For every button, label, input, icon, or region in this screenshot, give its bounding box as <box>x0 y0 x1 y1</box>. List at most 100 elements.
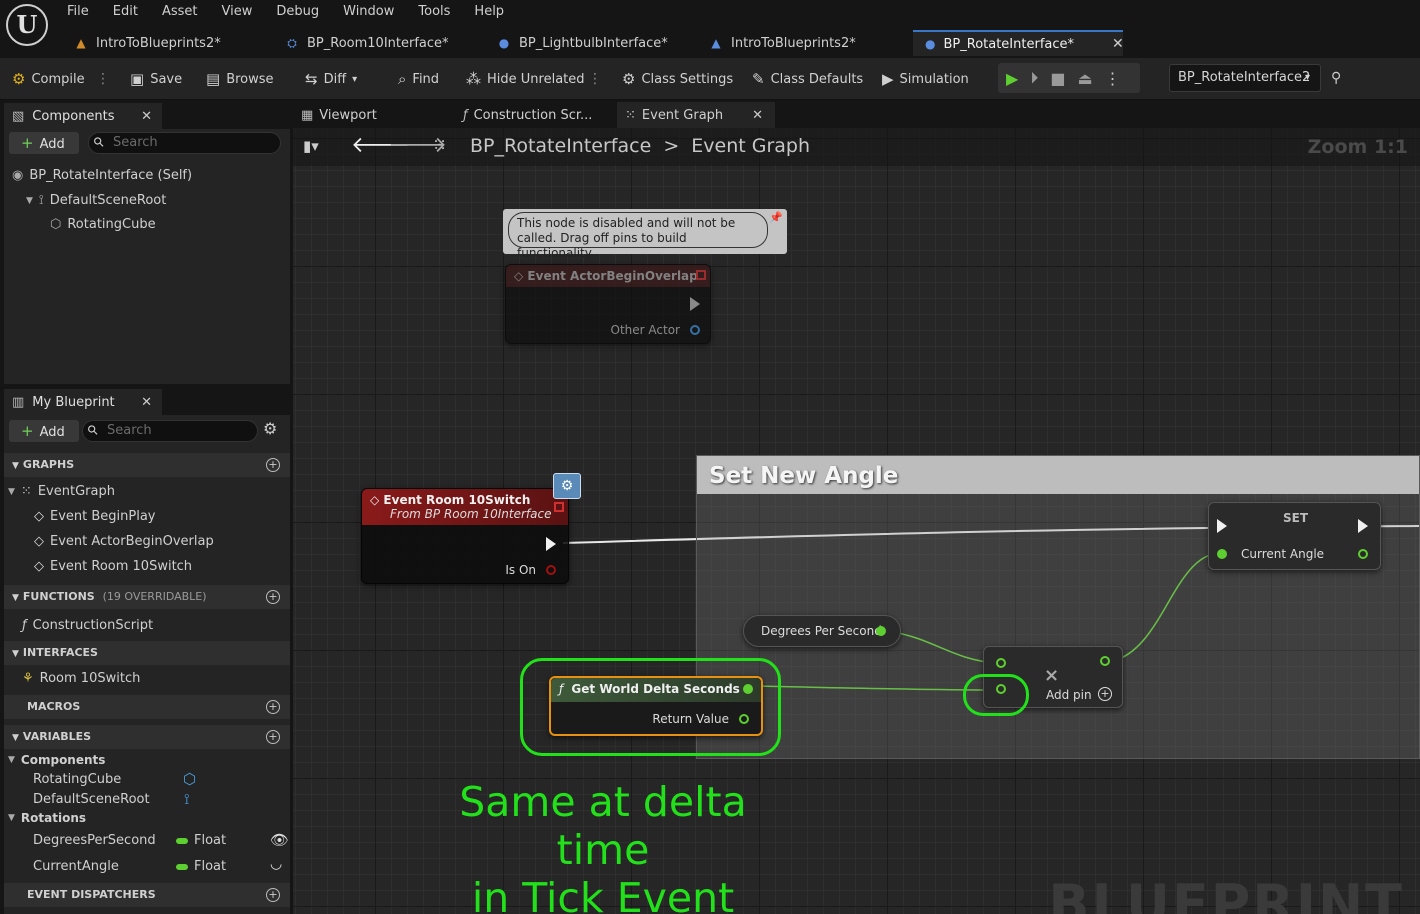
delegate-pin-icon[interactable] <box>554 502 564 512</box>
step-icon[interactable]: ⏵ <box>1030 68 1038 88</box>
event-graph-canvas[interactable]: ▮▾ 🡐 🡒 ⁙ BP_RotateInterface > Event Grap… <box>293 128 1420 914</box>
menu-asset[interactable]: Asset <box>162 4 198 19</box>
component-default-scene-root[interactable]: ▼ ⟟ DefaultSceneRoot <box>26 193 166 208</box>
graph-item-event-room-10switch[interactable]: ◇ Event Room 10Switch <box>34 559 192 574</box>
components-tab[interactable]: ▧ Components ✕ <box>4 103 162 129</box>
interface-item-room-10switch[interactable]: ⚘ Room 10Switch <box>22 671 140 686</box>
menu-edit[interactable]: Edit <box>113 4 138 19</box>
add-pin-button[interactable]: Add pin <box>1046 688 1092 702</box>
node-get-degrees-per-second[interactable]: Degrees Per Second <box>743 615 901 647</box>
diff-button[interactable]: ⇆ Diff ▾ <box>305 66 357 92</box>
variable-type-float[interactable]: Float <box>176 859 226 874</box>
menu-tools[interactable]: Tools <box>418 4 450 19</box>
add-dispatcher-icon[interactable]: + <box>266 888 280 902</box>
compile-button[interactable]: ⚙ Compile <box>12 66 85 92</box>
components-search-input[interactable]: Search <box>88 132 281 154</box>
float-out-pin-icon[interactable] <box>739 714 749 724</box>
variable-item-defaultsceneroot[interactable]: DefaultSceneRoot <box>33 792 150 807</box>
doc-tab-introtoblueprints2-b[interactable]: ▲ IntroToBlueprints2* <box>709 30 855 56</box>
unreal-logo-icon[interactable]: U <box>6 4 48 46</box>
debug-object-select[interactable]: BP_RotateInterface2 ▾ <box>1169 64 1321 92</box>
menu-view[interactable]: View <box>222 4 253 19</box>
hide-unrelated-button[interactable]: ⁂ Hide Unrelated <box>466 66 585 92</box>
tab-construction-script[interactable]: ƒ Construction Scr... <box>455 102 613 128</box>
float-out-pin-icon[interactable] <box>876 626 886 636</box>
exec-out-pin-icon[interactable] <box>546 537 556 551</box>
doc-tab-introtoblueprints2-a[interactable]: ▲ IntroToBlueprints2* <box>74 30 220 56</box>
variable-category-components[interactable]: ▼ Components <box>8 753 105 767</box>
component-self[interactable]: ◉ BP_RotateInterface (Self) <box>12 168 192 183</box>
settings-gear-icon[interactable]: ⚙ <box>263 419 277 438</box>
menu-file[interactable]: File <box>67 4 89 19</box>
object-pin-icon[interactable] <box>690 325 700 335</box>
add-graph-icon[interactable]: + <box>266 458 280 472</box>
comment-box-set-new-angle[interactable]: Set New Angle <box>696 455 1420 759</box>
delegate-pin-icon[interactable] <box>696 270 706 280</box>
components-add-button[interactable]: + Add <box>9 132 79 154</box>
node-event-actorbeginoverlap[interactable]: ◇ Event ActorBeginOverlap Other Actor <box>505 264 711 344</box>
close-icon[interactable]: ✕ <box>141 395 152 410</box>
component-rotating-cube[interactable]: ⬡ RotatingCube <box>50 217 156 232</box>
pin-icon[interactable]: 📌 <box>769 211 783 224</box>
float-in-pin-a-icon[interactable] <box>996 658 1006 668</box>
exec-in-pin-icon[interactable] <box>1217 519 1227 533</box>
macros-section-header[interactable]: MACROS + <box>4 695 290 719</box>
graph-item-event-actorbeginoverlap[interactable]: ◇ Event ActorBeginOverlap <box>34 534 214 549</box>
float-out-pin-icon[interactable] <box>1100 656 1110 666</box>
add-pin-plus-icon[interactable]: + <box>1098 687 1112 701</box>
node-get-world-delta-seconds[interactable]: ƒ Get World Delta Seconds Return Value <box>549 676 763 736</box>
my-blueprint-search-input[interactable]: Search <box>82 420 258 442</box>
node-event-room-10switch[interactable]: ◇ Event Room 10Switch From BP Room 10Int… <box>361 488 569 584</box>
my-blueprint-tab[interactable]: ▥ My Blueprint ✕ <box>4 389 162 415</box>
simulation-button[interactable]: ▶ Simulation <box>882 66 969 92</box>
eye-closed-icon[interactable]: ◡ <box>270 856 282 872</box>
add-macro-icon[interactable]: + <box>266 700 280 714</box>
float-out-pin-icon[interactable] <box>743 684 753 694</box>
doc-tab-bp-lightbulbinterface[interactable]: ● BP_LightbulbInterface* <box>497 30 668 56</box>
float-out-pin-icon[interactable] <box>1358 549 1368 559</box>
node-set-current-angle[interactable]: SET Current Angle <box>1208 502 1381 570</box>
tab-viewport[interactable]: ▦ Viewport <box>293 102 451 128</box>
eject-icon[interactable]: ⏏ <box>1077 69 1092 88</box>
graph-item-eventgraph[interactable]: ▼ ⁙ EventGraph <box>8 484 115 499</box>
find-button[interactable]: ⌕ Find <box>398 66 439 92</box>
stop-icon[interactable]: ■ <box>1050 69 1065 88</box>
graphs-section-header[interactable]: ▼ GRAPHS + <box>4 453 290 477</box>
more-options-icon[interactable]: ⋮ <box>588 68 602 90</box>
variable-item-currentangle[interactable]: CurrentAngle <box>33 859 119 874</box>
browse-button[interactable]: ▤ Browse <box>206 66 274 92</box>
variable-item-degreespersecond[interactable]: DegreesPerSecond <box>33 833 156 848</box>
bool-pin-icon[interactable] <box>546 565 556 575</box>
variable-type-float[interactable]: Float <box>176 833 226 848</box>
class-settings-button[interactable]: ⚙ Class Settings <box>622 66 733 92</box>
function-item-constructionscript[interactable]: ƒ ConstructionScript <box>22 618 153 633</box>
menu-window[interactable]: Window <box>343 4 394 19</box>
menu-help[interactable]: Help <box>474 4 504 19</box>
tab-event-graph[interactable]: ⁙ Event Graph ✕ <box>617 102 775 128</box>
close-icon[interactable]: ✕ <box>1112 36 1124 52</box>
exec-out-pin-icon[interactable] <box>1358 519 1368 533</box>
play-icon[interactable]: ▶ <box>1006 69 1018 88</box>
interfaces-section-header[interactable]: ▼ INTERFACES <box>4 641 290 665</box>
doc-tab-bp-room10interface[interactable]: ⛭ BP_Room10Interface* <box>285 30 448 56</box>
event-dispatchers-section-header[interactable]: EVENT DISPATCHERS + <box>4 883 290 907</box>
class-defaults-button[interactable]: ✎ Class Defaults <box>752 66 863 92</box>
menu-debug[interactable]: Debug <box>276 4 319 19</box>
variable-item-rotatingcube[interactable]: RotatingCube <box>33 772 121 787</box>
graph-item-event-beginplay[interactable]: ◇ Event BeginPlay <box>34 509 156 524</box>
close-icon[interactable]: ✕ <box>141 109 152 124</box>
doc-tab-bp-rotateinterface[interactable]: ● BP_RotateInterface* ✕ <box>913 30 1124 56</box>
add-function-icon[interactable]: + <box>266 590 280 604</box>
play-options-icon[interactable]: ⋮ <box>1105 69 1121 88</box>
my-blueprint-add-button[interactable]: + Add <box>9 420 79 442</box>
eye-icon[interactable]: 👁 <box>270 831 289 849</box>
close-icon[interactable]: ✕ <box>752 108 763 123</box>
debug-filter-icon[interactable]: ⚲ <box>1331 70 1341 86</box>
compile-options-icon[interactable]: ⋮ <box>96 68 110 90</box>
variable-category-rotations[interactable]: ▼ Rotations <box>8 811 86 825</box>
save-button[interactable]: ▣ Save <box>130 66 182 92</box>
comment-title[interactable]: Set New Angle <box>697 456 1419 494</box>
variables-section-header[interactable]: ▼ VARIABLES + <box>4 725 290 749</box>
add-variable-icon[interactable]: + <box>266 730 280 744</box>
functions-section-header[interactable]: ▼ FUNCTIONS (19 OVERRIDABLE) + <box>4 585 290 609</box>
